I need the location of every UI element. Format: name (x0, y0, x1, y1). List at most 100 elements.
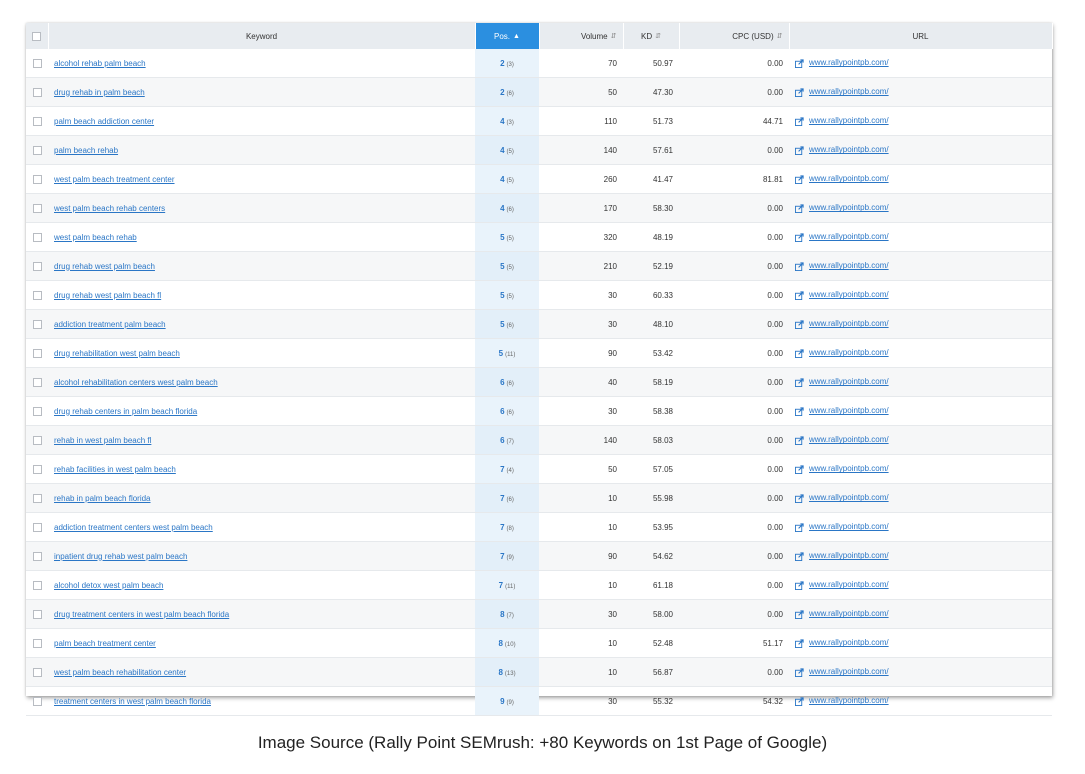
external-link-icon[interactable] (795, 639, 804, 648)
external-link-icon[interactable] (795, 407, 804, 416)
kd-column-header[interactable]: KD ⇵ (623, 23, 680, 49)
keyword-link[interactable]: palm beach rehab (54, 146, 118, 155)
select-all-header[interactable] (26, 23, 49, 49)
row-select-cell[interactable] (26, 425, 48, 455)
row-select-cell[interactable] (26, 657, 48, 687)
row-checkbox[interactable] (32, 580, 42, 590)
keyword-link[interactable]: west palm beach rehab (54, 233, 137, 242)
keyword-link[interactable]: west palm beach treatment center (54, 175, 175, 184)
keyword-link[interactable]: drug rehab west palm beach fl (54, 291, 161, 300)
row-select-cell[interactable] (26, 686, 48, 716)
row-select-cell[interactable] (26, 628, 48, 658)
external-link-icon[interactable] (795, 291, 804, 300)
keyword-link[interactable]: addiction treatment centers west palm be… (54, 523, 213, 532)
external-link-icon[interactable] (795, 349, 804, 358)
external-link-icon[interactable] (795, 262, 804, 271)
keyword-link[interactable]: rehab facilities in west palm beach (54, 465, 176, 474)
external-link-icon[interactable] (795, 378, 804, 387)
sort-icon[interactable]: ▲︎ (513, 33, 520, 40)
row-select-cell[interactable] (26, 599, 48, 629)
row-checkbox[interactable] (32, 145, 42, 155)
table-row[interactable]: rehab facilities in west palm beach 7 (4)… (26, 454, 1052, 484)
row-select-cell[interactable] (26, 396, 48, 426)
table-row[interactable]: addiction treatment centers west palm be… (26, 512, 1052, 542)
url-link[interactable]: www.rallypointpb.com/ (809, 580, 889, 589)
row-select-cell[interactable] (26, 483, 48, 513)
keyword-link[interactable]: palm beach addiction center (54, 117, 154, 126)
url-link[interactable]: www.rallypointpb.com/ (809, 261, 889, 270)
row-checkbox[interactable] (32, 319, 42, 329)
url-link[interactable]: www.rallypointpb.com/ (809, 348, 889, 357)
keyword-column-header[interactable]: Keyword (48, 23, 476, 49)
sort-icon[interactable]: ⇵ (611, 32, 617, 40)
row-select-cell[interactable] (26, 512, 48, 542)
external-link-icon[interactable] (795, 494, 804, 503)
url-link[interactable]: www.rallypointpb.com/ (809, 522, 889, 531)
external-link-icon[interactable] (795, 204, 804, 213)
row-checkbox[interactable] (32, 174, 42, 184)
row-checkbox[interactable] (32, 348, 42, 358)
row-checkbox[interactable] (32, 522, 42, 532)
url-link[interactable]: www.rallypointpb.com/ (809, 667, 889, 676)
table-row[interactable]: west palm beach treatment center 4 (5) 26… (26, 164, 1052, 194)
row-checkbox[interactable] (32, 203, 42, 213)
url-link[interactable]: www.rallypointpb.com/ (809, 609, 889, 618)
table-row[interactable]: drug rehabilitation west palm beach 5 (11… (26, 338, 1052, 368)
external-link-icon[interactable] (795, 668, 804, 677)
keyword-link[interactable]: palm beach treatment center (54, 639, 156, 648)
table-row[interactable]: palm beach treatment center 8 (10) 10 52.… (26, 628, 1052, 658)
url-link[interactable]: www.rallypointpb.com/ (809, 551, 889, 560)
table-row[interactable]: rehab in palm beach florida 7 (6) 10 55.9… (26, 483, 1052, 513)
external-link-icon[interactable] (795, 146, 804, 155)
row-checkbox[interactable] (32, 464, 42, 474)
sort-icon[interactable]: ⇵ (655, 32, 661, 40)
url-link[interactable]: www.rallypointpb.com/ (809, 116, 889, 125)
table-row[interactable]: west palm beach rehab centers 4 (6) 170 5… (26, 193, 1052, 223)
keyword-link[interactable]: drug rehab west palm beach (54, 262, 155, 271)
table-row[interactable]: west palm beach rehabilitation center 8(… (26, 657, 1052, 687)
row-select-cell[interactable] (26, 135, 48, 165)
row-checkbox[interactable] (32, 377, 42, 387)
row-select-cell[interactable] (26, 309, 48, 339)
table-row[interactable]: rehab in west palm beach fl 6 (7) 140 58.… (26, 425, 1052, 455)
row-checkbox[interactable] (32, 493, 42, 503)
keyword-link[interactable]: treatment centers in west palm beach flo… (54, 697, 211, 706)
keyword-link[interactable]: rehab in west palm beach fl (54, 436, 151, 445)
external-link-icon[interactable] (795, 465, 804, 474)
external-link-icon[interactable] (795, 552, 804, 561)
url-link[interactable]: www.rallypointpb.com/ (809, 435, 889, 444)
row-select-cell[interactable] (26, 77, 48, 107)
row-checkbox[interactable] (32, 435, 42, 445)
table-row[interactable]: inpatient drug rehab west palm beach 7 (9… (26, 541, 1052, 571)
row-checkbox[interactable] (32, 609, 42, 619)
row-select-cell[interactable] (26, 541, 48, 571)
url-link[interactable]: www.rallypointpb.com/ (809, 290, 889, 299)
url-link[interactable]: www.rallypointpb.com/ (809, 174, 889, 183)
row-checkbox[interactable] (32, 551, 42, 561)
select-all-checkbox[interactable] (32, 31, 42, 41)
row-select-cell[interactable] (26, 164, 48, 194)
row-checkbox[interactable] (32, 87, 42, 97)
keyword-link[interactable]: alcohol rehabilitation centers west palm… (54, 378, 218, 387)
table-row[interactable]: drug rehab west palm beach fl 5 (5) 30 60… (26, 280, 1052, 310)
table-row[interactable]: west palm beach rehab 5 (5) 320 48.19 0.0… (26, 222, 1052, 252)
external-link-icon[interactable] (795, 581, 804, 590)
keyword-link[interactable]: drug rehabilitation west palm beach (54, 349, 180, 358)
row-checkbox[interactable] (32, 290, 42, 300)
volume-column-header[interactable]: Volume ⇵ (539, 23, 624, 49)
table-row[interactable]: alcohol rehabilitation centers west palm… (26, 367, 1052, 397)
table-row[interactable]: treatment centers in west palm beach flo… (26, 686, 1052, 716)
row-checkbox[interactable] (32, 406, 42, 416)
row-checkbox[interactable] (32, 261, 42, 271)
keyword-link[interactable]: west palm beach rehabilitation center (54, 668, 186, 677)
url-link[interactable]: www.rallypointpb.com/ (809, 696, 889, 705)
row-checkbox[interactable] (32, 667, 42, 677)
external-link-icon[interactable] (795, 59, 804, 68)
keyword-link[interactable]: alcohol detox west palm beach (54, 581, 163, 590)
row-checkbox[interactable] (32, 58, 42, 68)
table-row[interactable]: alcohol rehab palm beach 2 (3) 70 50.97 0… (26, 49, 1052, 78)
row-select-cell[interactable] (26, 106, 48, 136)
external-link-icon[interactable] (795, 610, 804, 619)
keyword-link[interactable]: drug rehab in palm beach (54, 88, 145, 97)
url-link[interactable]: www.rallypointpb.com/ (809, 638, 889, 647)
